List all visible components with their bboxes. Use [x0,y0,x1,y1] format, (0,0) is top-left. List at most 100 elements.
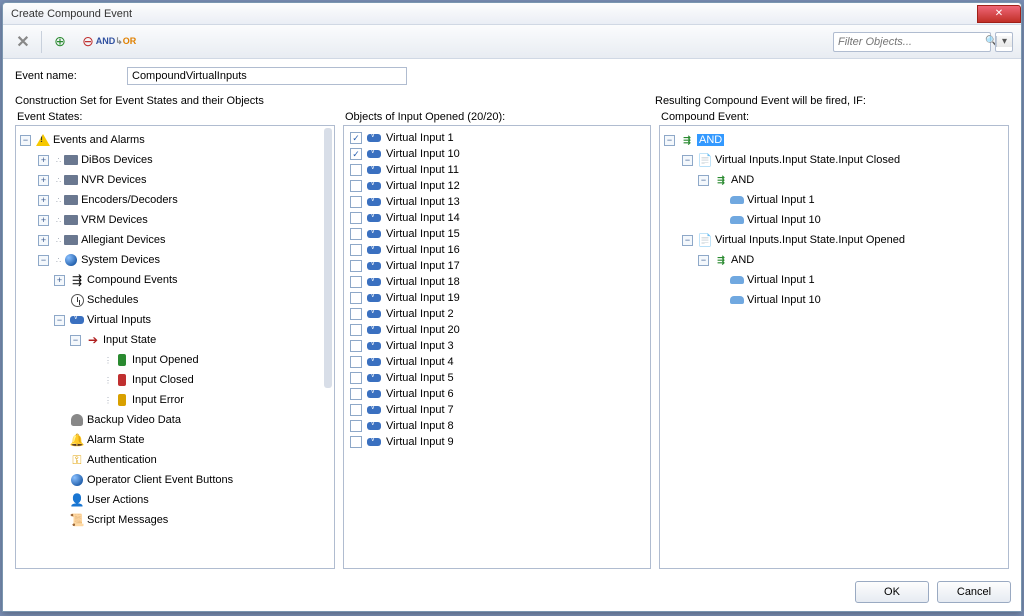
object-label: Virtual Input 6 [386,388,454,400]
result-closed-branch[interactable]: −📄Virtual Inputs.Input State.Input Close… [662,150,1006,170]
tree-item-dibos[interactable]: +∴DiBos Devices [18,150,332,170]
object-item[interactable]: Virtual Input 14 [346,210,648,226]
close-button[interactable]: ✕ [977,5,1021,23]
tree-item-input-closed[interactable]: ⋮Input Closed [18,370,332,390]
tree-item-vrm[interactable]: +∴VRM Devices [18,210,332,230]
checkbox[interactable] [350,196,362,208]
tree-item-alarm[interactable]: 🔔Alarm State [18,430,332,450]
checkbox[interactable] [350,228,362,240]
object-item[interactable]: Virtual Input 3 [346,338,648,354]
object-label: Virtual Input 2 [386,308,454,320]
compound-column: Compound Event: −⇶AND −📄Virtual Inputs.I… [659,111,1009,569]
tree-item-ocbuttons[interactable]: Operator Client Event Buttons [18,470,332,490]
and-icon: ⇶ [679,132,695,148]
filter-input[interactable] [834,36,985,48]
checkbox[interactable] [350,324,362,336]
tree-item-user-actions[interactable]: 👤User Actions [18,490,332,510]
object-item[interactable]: Virtual Input 4 [346,354,648,370]
result-closed-vi1[interactable]: Virtual Input 1 [662,190,1006,210]
virtual-input-icon [366,146,382,162]
filter-box: 🔍 [833,32,991,52]
object-item[interactable]: Virtual Input 10 [346,146,648,162]
result-opened-vi1[interactable]: Virtual Input 1 [662,270,1006,290]
tree-item-backup[interactable]: Backup Video Data [18,410,332,430]
object-item[interactable]: Virtual Input 7 [346,402,648,418]
object-item[interactable]: Virtual Input 15 [346,226,648,242]
object-item[interactable]: Virtual Input 19 [346,290,648,306]
checkbox[interactable] [350,292,362,304]
tree-item-system[interactable]: −∴System Devices [18,250,332,270]
tree-item-virtual-inputs[interactable]: −Virtual Inputs [18,310,332,330]
checkbox[interactable] [350,164,362,176]
object-item[interactable]: Virtual Input 12 [346,178,648,194]
result-opened-branch[interactable]: −📄Virtual Inputs.Input State.Input Opene… [662,230,1006,250]
result-root-and[interactable]: −⇶AND [662,130,1006,150]
checkbox[interactable] [350,244,362,256]
event-states-column: Event States: −Events and Alarms +∴DiBos… [15,111,335,569]
virtual-input-icon [366,178,382,194]
tree-item-schedules[interactable]: Schedules [18,290,332,310]
cancel-button[interactable]: Cancel [937,581,1011,603]
checkbox[interactable] [350,340,362,352]
object-item[interactable]: Virtual Input 17 [346,258,648,274]
tree-item-auth[interactable]: ⚿Authentication [18,450,332,470]
compound-panel[interactable]: −⇶AND −📄Virtual Inputs.Input State.Input… [659,125,1009,569]
tree-item-compound-events[interactable]: +⇶Compound Events [18,270,332,290]
tree-item-input-error[interactable]: ⋮Input Error [18,390,332,410]
object-item[interactable]: Virtual Input 6 [346,386,648,402]
add-green-button[interactable]: ⊕ [48,30,72,54]
checkbox[interactable] [350,404,362,416]
event-states-panel[interactable]: −Events and Alarms +∴DiBos Devices +∴NVR… [15,125,335,569]
traffic-light-green-icon [118,354,126,366]
tree-item-script[interactable]: 📜Script Messages [18,510,332,530]
and-icon: ⇶ [713,252,729,268]
ok-button[interactable]: OK [855,581,929,603]
result-closed-vi10[interactable]: Virtual Input 10 [662,210,1006,230]
result-closed-and[interactable]: −⇶AND [662,170,1006,190]
object-label: Virtual Input 8 [386,420,454,432]
object-item[interactable]: Virtual Input 9 [346,434,648,450]
virtual-input-icon [366,418,382,434]
result-opened-vi10[interactable]: Virtual Input 10 [662,290,1006,310]
event-name-input[interactable] [127,67,407,85]
checkbox[interactable] [350,372,362,384]
checkbox[interactable] [350,276,362,288]
resulting-heading: Resulting Compound Event will be fired, … [655,95,1009,107]
object-item[interactable]: Virtual Input 18 [346,274,648,290]
checkbox[interactable] [350,308,362,320]
checkbox[interactable] [350,132,362,144]
tree-item-input-opened[interactable]: ⋮Input Opened [18,350,332,370]
object-item[interactable]: Virtual Input 1 [346,130,648,146]
checkbox[interactable] [350,148,362,160]
tree-root[interactable]: −Events and Alarms [18,130,332,150]
checkbox[interactable] [350,180,362,192]
checkbox[interactable] [350,436,362,448]
object-item[interactable]: Virtual Input 8 [346,418,648,434]
objects-panel[interactable]: Virtual Input 1Virtual Input 10Virtual I… [343,125,651,569]
and-or-toggle-button[interactable]: AND↳OR [104,30,128,54]
delete-button[interactable]: ✕ [11,30,35,54]
virtual-input-icon [366,338,382,354]
checkbox[interactable] [350,356,362,368]
object-item[interactable]: Virtual Input 16 [346,242,648,258]
input-icon [730,196,744,204]
object-item[interactable]: Virtual Input 5 [346,370,648,386]
checkbox[interactable] [350,212,362,224]
object-label: Virtual Input 19 [386,292,460,304]
object-item[interactable]: Virtual Input 11 [346,162,648,178]
checkbox[interactable] [350,420,362,432]
tree-item-nvr[interactable]: +∴NVR Devices [18,170,332,190]
tree-item-allegiant[interactable]: +∴Allegiant Devices [18,230,332,250]
checkbox[interactable] [350,260,362,272]
filter-dropdown[interactable]: ▾ [995,32,1013,52]
checkbox[interactable] [350,388,362,400]
tree-item-encoders[interactable]: +∴Encoders/Decoders [18,190,332,210]
object-item[interactable]: Virtual Input 2 [346,306,648,322]
toolbar: ✕ ⊕ ⊖ AND↳OR 🔍 ▾ [3,25,1021,59]
object-item[interactable]: Virtual Input 20 [346,322,648,338]
result-opened-and[interactable]: −⇶AND [662,250,1006,270]
button-icon [71,474,83,486]
device-icon [64,195,78,205]
tree-item-input-state[interactable]: −➔Input State [18,330,332,350]
object-item[interactable]: Virtual Input 13 [346,194,648,210]
